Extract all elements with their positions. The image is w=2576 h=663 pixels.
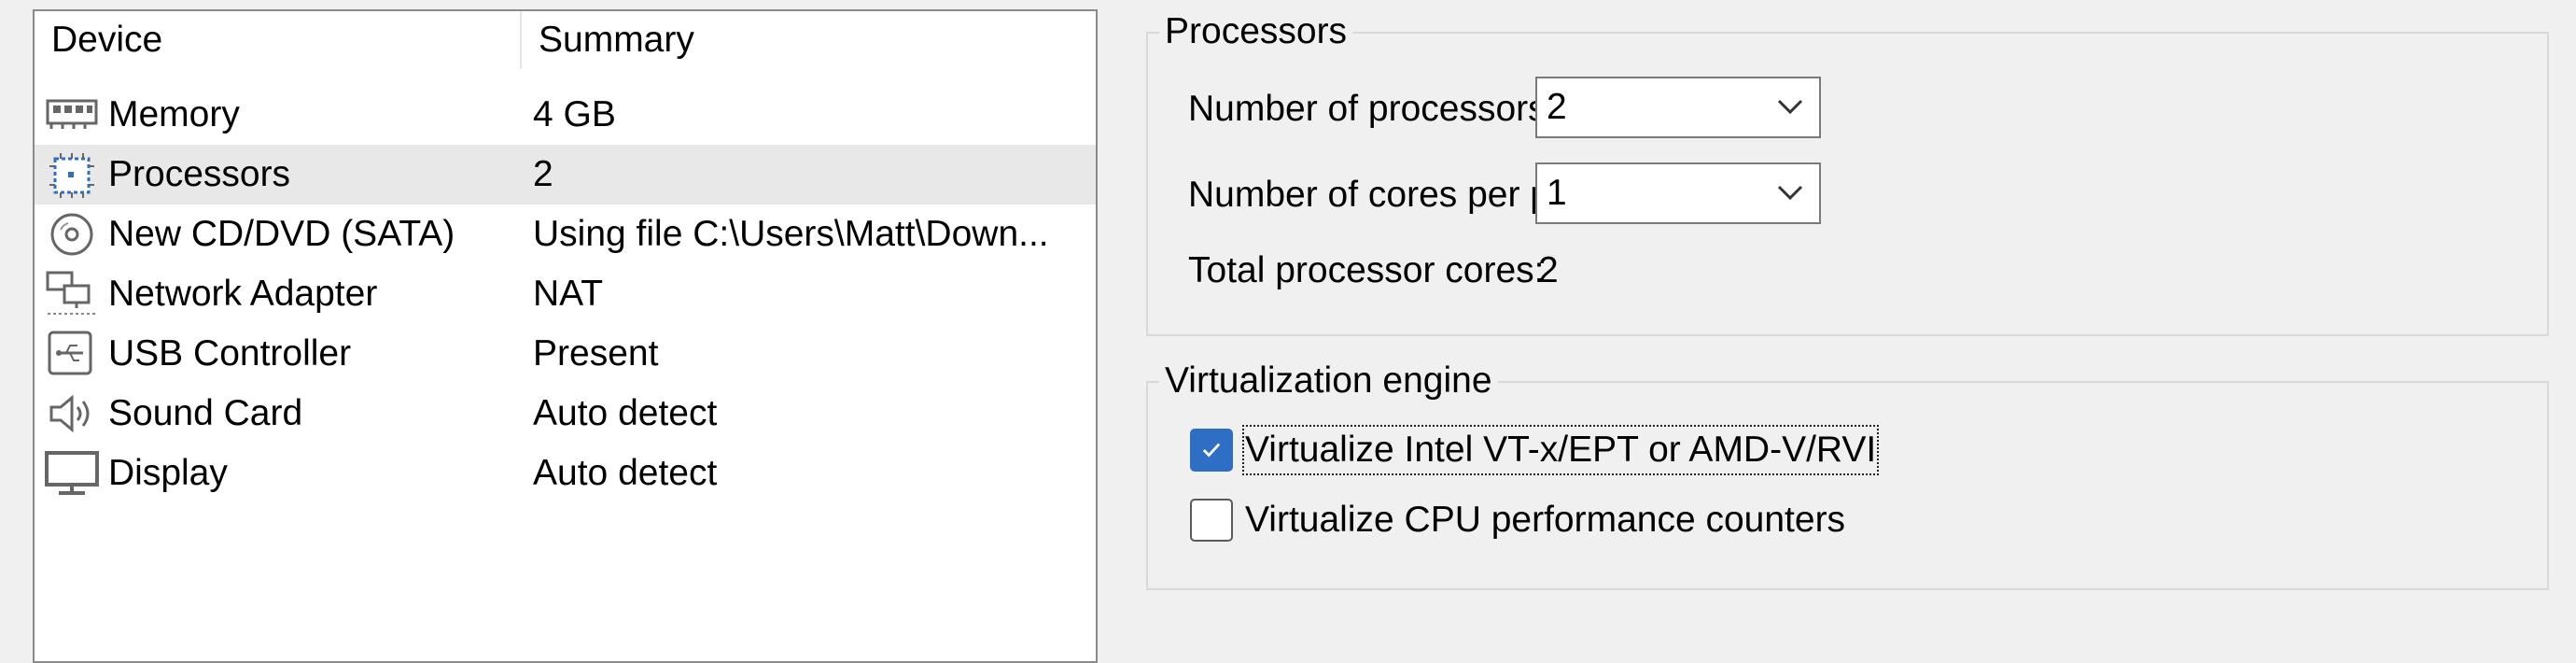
device-row-usb-controller[interactable]: USB Controller Present: [35, 324, 1096, 384]
vtx-checkbox[interactable]: [1190, 429, 1233, 472]
device-summary: Auto detect: [533, 453, 718, 493]
total-cores-label: Total processor cores:: [1188, 250, 1545, 290]
device-row-sound-card[interactable]: Sound Card Auto detect: [35, 384, 1096, 444]
cores-per-processor-value: 1: [1547, 173, 1567, 213]
cores-per-processor-select[interactable]: 1: [1535, 162, 1821, 224]
device-row-display[interactable]: Display Auto detect: [35, 444, 1096, 503]
column-header-summary[interactable]: Summary: [520, 11, 1098, 69]
perf-counters-checkbox-label[interactable]: Virtualize CPU performance counters: [1245, 498, 1845, 543]
device-row-processors[interactable]: Processors 2: [35, 145, 1096, 205]
device-name: USB Controller: [108, 333, 352, 374]
virtualization-group-title: Virtualization engine: [1159, 358, 1498, 404]
device-summary: 2: [533, 154, 553, 194]
device-list-header: Device Summary: [35, 11, 1096, 69]
device-name: Display: [108, 453, 228, 493]
network-adapter-icon: [46, 271, 96, 315]
num-processors-select[interactable]: 2: [1535, 77, 1821, 138]
perf-counters-checkbox[interactable]: [1190, 499, 1233, 542]
device-name: Network Adapter: [108, 274, 378, 314]
chevron-down-icon: [1777, 99, 1803, 115]
device-name: New CD/DVD (SATA): [108, 214, 455, 254]
device-name: Sound Card: [108, 393, 303, 433]
chevron-down-icon: [1777, 185, 1803, 201]
speaker-icon: [49, 394, 90, 433]
total-cores-value: 2: [1538, 250, 1559, 290]
device-summary: 4 GB: [533, 94, 616, 134]
monitor-icon: [45, 451, 99, 495]
usb-icon: [48, 331, 92, 375]
device-row-memory[interactable]: Memory 4 GB: [35, 85, 1096, 145]
device-row-network-adapter[interactable]: Network Adapter NAT: [35, 264, 1096, 324]
checkmark-icon: [1202, 443, 1221, 458]
column-header-device[interactable]: Device: [35, 11, 520, 69]
processor-icon: [49, 153, 94, 198]
memory-icon: [46, 99, 98, 129]
virtualization-engine-group: Virtualization engine: [1146, 358, 2549, 590]
vtx-checkbox-label[interactable]: Virtualize Intel VT-x/EPT or AMD-V/RVI: [1241, 425, 1880, 475]
device-name: Memory: [108, 94, 240, 134]
device-summary: Using file C:\Users\Matt\Down...: [533, 214, 1049, 254]
device-row-cd-dvd[interactable]: New CD/DVD (SATA) Using file C:\Users\Ma…: [35, 205, 1096, 264]
device-summary: Present: [533, 333, 659, 374]
num-processors-label: Number of processors:: [1188, 89, 1557, 129]
device-summary: Auto detect: [533, 393, 718, 433]
device-summary: NAT: [533, 274, 604, 314]
num-processors-value: 2: [1547, 87, 1567, 127]
cd-dvd-icon: [50, 213, 93, 256]
device-name: Processors: [108, 154, 291, 194]
processors-group-title: Processors: [1159, 8, 1353, 55]
device-list[interactable]: Device Summary Memory 4 GB Processors 2 …: [33, 9, 1098, 663]
